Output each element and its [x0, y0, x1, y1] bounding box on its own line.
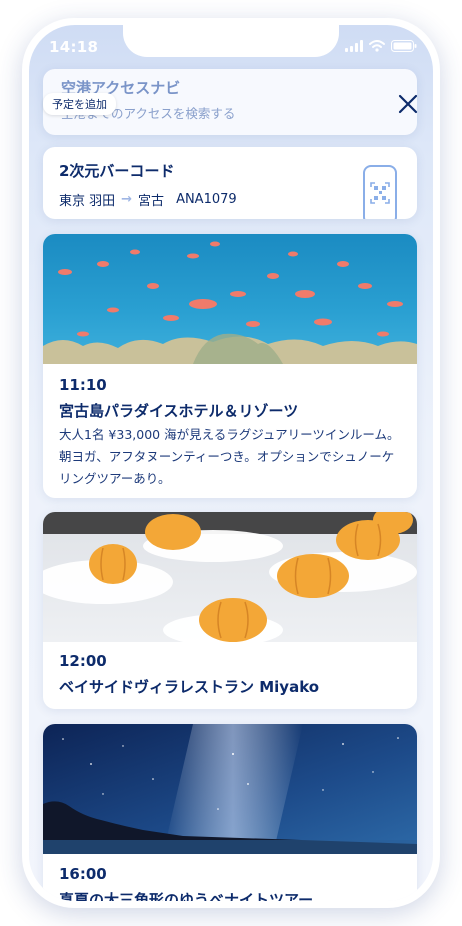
- add-schedule-chip[interactable]: 予定を追加: [43, 93, 116, 115]
- event-time: 16:00: [59, 865, 107, 883]
- barcode-card[interactable]: 2次元バーコード 東京 羽田 → 宮古 ANA1079: [43, 147, 417, 219]
- qr-phone-icon: [363, 165, 397, 219]
- night-sky-photo: [43, 724, 417, 854]
- event-time: 11:10: [59, 376, 107, 394]
- event-title: ベイサイドヴィラレストラン Miyako: [59, 678, 320, 696]
- close-button[interactable]: [397, 93, 419, 115]
- wifi-icon: [369, 40, 385, 52]
- phone-screen: 空港アクセスナビ 空港までのアクセスを検索する 予定を追加 14:18 2次元バ…: [29, 25, 433, 901]
- flight-route: 東京 羽田 → 宮古 ANA1079: [59, 190, 237, 209]
- destination-airport: 宮古: [138, 194, 165, 209]
- event-description: 大人1名 ¥33,000 海が見えるラグジュアリーツインルーム。朝ヨガ、アフタヌ…: [59, 427, 400, 486]
- event-card-hotel[interactable]: 11:10 宮古島パラダイスホテル＆リゾーツ 大人1名 ¥33,000 海が見え…: [43, 234, 417, 498]
- event-time: 12:00: [59, 652, 107, 670]
- flight-number: ANA1079: [176, 192, 237, 207]
- status-icons: [345, 40, 417, 52]
- notch: [123, 25, 339, 57]
- origin-airport: 東京 羽田: [59, 194, 116, 209]
- restaurant-photo: [43, 512, 417, 642]
- barcode-title: 2次元バーコード: [59, 162, 175, 180]
- event-title: 宮古島パラダイスホテル＆リゾーツ: [59, 402, 299, 420]
- status-time: 14:18: [49, 38, 99, 56]
- reef-photo: [43, 234, 417, 364]
- event-card-night-tour[interactable]: 16:00 真夏の大三角形のゆうべナイトツアー: [43, 724, 417, 901]
- close-icon: [398, 94, 418, 114]
- route-arrow-icon: →: [121, 192, 133, 207]
- event-title: 真夏の大三角形のゆうべナイトツアー: [59, 891, 314, 901]
- qr-code-icon: [370, 182, 390, 204]
- battery-icon: [391, 40, 417, 52]
- event-card-restaurant[interactable]: 12:00 ベイサイドヴィラレストラン Miyako: [43, 512, 417, 709]
- signal-icon: [345, 40, 363, 52]
